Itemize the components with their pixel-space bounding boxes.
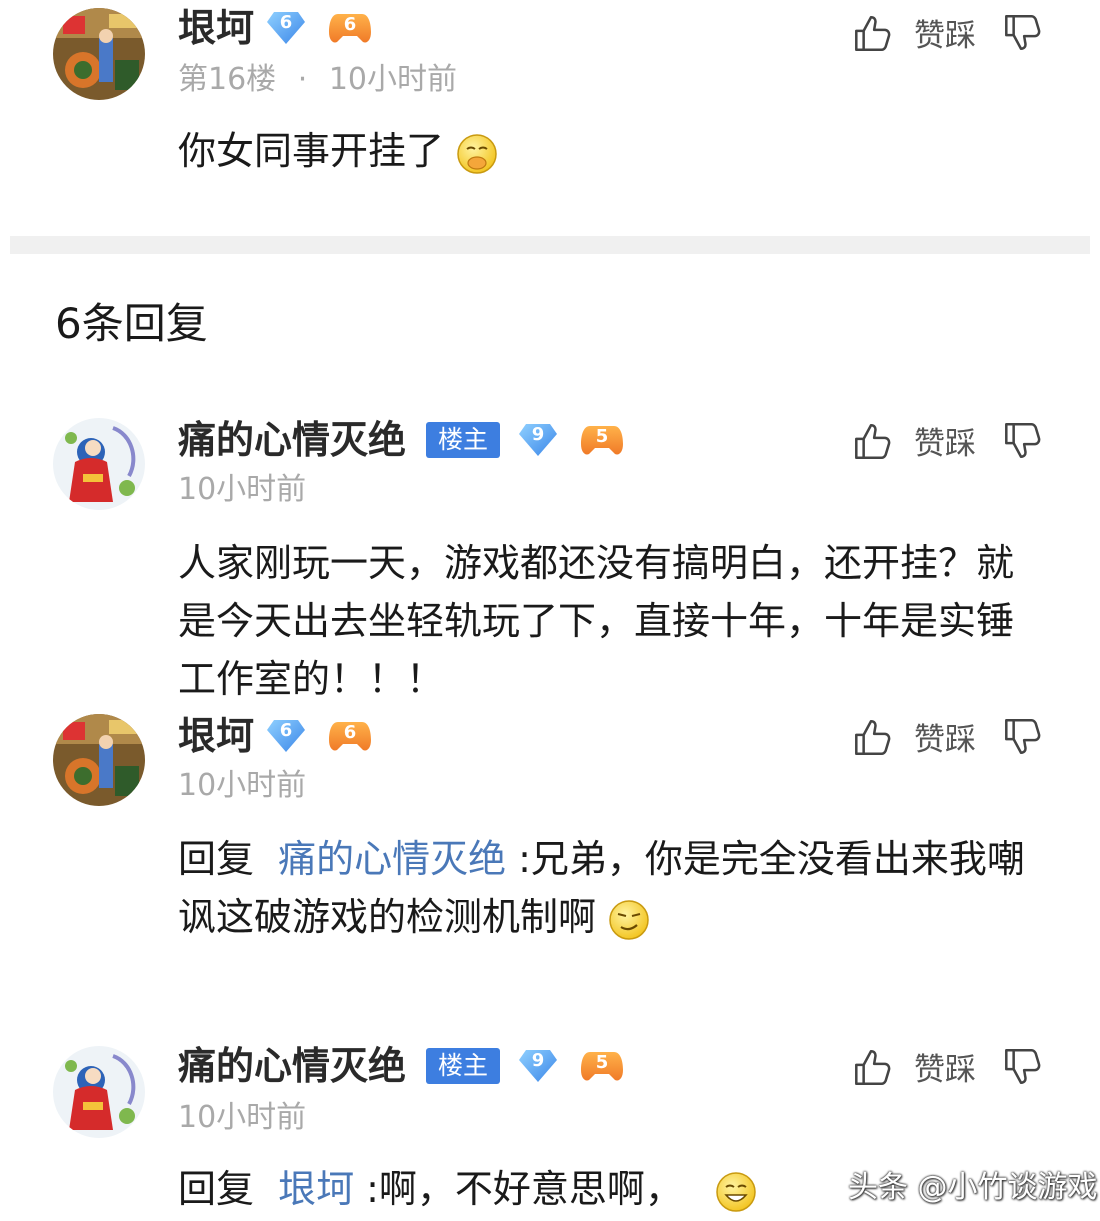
level-number: 9 [531, 424, 545, 445]
reply-count: 6条回复 [55, 299, 208, 348]
username[interactable]: 垠坷 [178, 714, 254, 758]
thumbs-down-icon[interactable] [1000, 1046, 1042, 1088]
timestamp: 10小时前 [178, 1100, 307, 1135]
vote-actions: 赞踩 [850, 1044, 1042, 1089]
section-divider [10, 236, 1090, 254]
thumbs-down-icon[interactable] [1000, 716, 1042, 758]
reply-text: :啊，不好意思啊， [366, 1167, 683, 1211]
floor-number: 第16楼 [178, 62, 277, 97]
host-tag: 楼主 [426, 1048, 501, 1084]
badge-group: 楼主 9 5 [426, 422, 624, 458]
game-level-number: 5 [595, 1052, 609, 1073]
diamond-level-icon: 6 [266, 718, 306, 754]
avatar[interactable] [53, 418, 145, 510]
level-number: 6 [279, 720, 293, 741]
timestamp: 10小时前 [178, 768, 307, 803]
level-number: 9 [531, 1050, 545, 1071]
game-level-number: 6 [343, 722, 357, 743]
smirk-emoji-icon [609, 899, 649, 940]
vote-label: 赞踩 [914, 426, 976, 462]
gamepad-level-icon: 6 [328, 10, 372, 46]
comment-text: 你女同事开挂了 [178, 129, 445, 173]
thumbs-down-icon[interactable] [1000, 12, 1042, 54]
gamepad-level-icon: 5 [580, 422, 624, 458]
thumbs-up-icon[interactable] [850, 420, 892, 462]
badge-group: 6 6 [266, 10, 372, 46]
comment-body: 你女同事开挂了 [178, 122, 1028, 180]
vote-label: 赞踩 [914, 18, 976, 54]
timestamp: 10小时前 [178, 472, 307, 507]
thumbs-down-icon[interactable] [1000, 420, 1042, 462]
mention-link[interactable]: 垠坷 [278, 1167, 354, 1211]
gamepad-level-icon: 6 [328, 718, 372, 754]
badge-group: 楼主 9 5 [426, 1048, 624, 1084]
comment-meta: 第16楼 · 10小时前 [178, 62, 457, 98]
host-tag: 楼主 [426, 422, 501, 458]
cover-mouth-emoji-icon [457, 133, 497, 174]
watermark: 头条 @小竹谈游戏 [848, 1170, 1098, 1205]
vote-actions: 赞踩 [850, 714, 1042, 759]
thumbs-up-icon[interactable] [850, 12, 892, 54]
diamond-level-icon: 9 [518, 422, 558, 458]
level-number: 6 [279, 12, 293, 33]
reply-text: 人家刚玩一天，游戏都还没有搞明白，还开挂？就是今天出去坐轻轨玩了下，直接十年，十… [178, 541, 1015, 701]
avatar[interactable] [53, 714, 145, 806]
avatar[interactable] [53, 8, 145, 100]
vote-label: 赞踩 [914, 722, 976, 758]
vote-actions: 赞踩 [850, 418, 1042, 463]
username[interactable]: 痛的心情灭绝 [178, 418, 406, 462]
reply-body: 回复 痛的心情灭绝:兄弟，你是完全没看出来我嘲讽这破游戏的检测机制啊 [178, 830, 1028, 946]
reply-prefix: 回复 [178, 1167, 255, 1211]
timestamp: 10小时前 [328, 62, 458, 97]
badge-group: 6 6 [266, 718, 372, 754]
game-level-number: 5 [595, 426, 609, 447]
mention-link[interactable]: 痛的心情灭绝 [278, 837, 506, 881]
game-level-number: 6 [343, 14, 357, 35]
grin-emoji-icon [716, 1171, 756, 1212]
vote-label: 赞踩 [914, 1052, 976, 1088]
diamond-level-icon: 9 [518, 1048, 558, 1084]
diamond-level-icon: 6 [266, 10, 306, 46]
thumbs-up-icon[interactable] [850, 716, 892, 758]
thumbs-up-icon[interactable] [850, 1046, 892, 1088]
username[interactable]: 垠坷 [178, 6, 254, 50]
reply-prefix: 回复 [178, 837, 255, 881]
vote-actions: 赞踩 [850, 10, 1042, 55]
gamepad-level-icon: 5 [580, 1048, 624, 1084]
username[interactable]: 痛的心情灭绝 [178, 1044, 406, 1088]
avatar[interactable] [53, 1046, 145, 1138]
meta-separator: · [297, 62, 308, 97]
reply-body: 人家刚玩一天，游戏都还没有搞明白，还开挂？就是今天出去坐轻轨玩了下，直接十年，十… [178, 534, 1028, 708]
